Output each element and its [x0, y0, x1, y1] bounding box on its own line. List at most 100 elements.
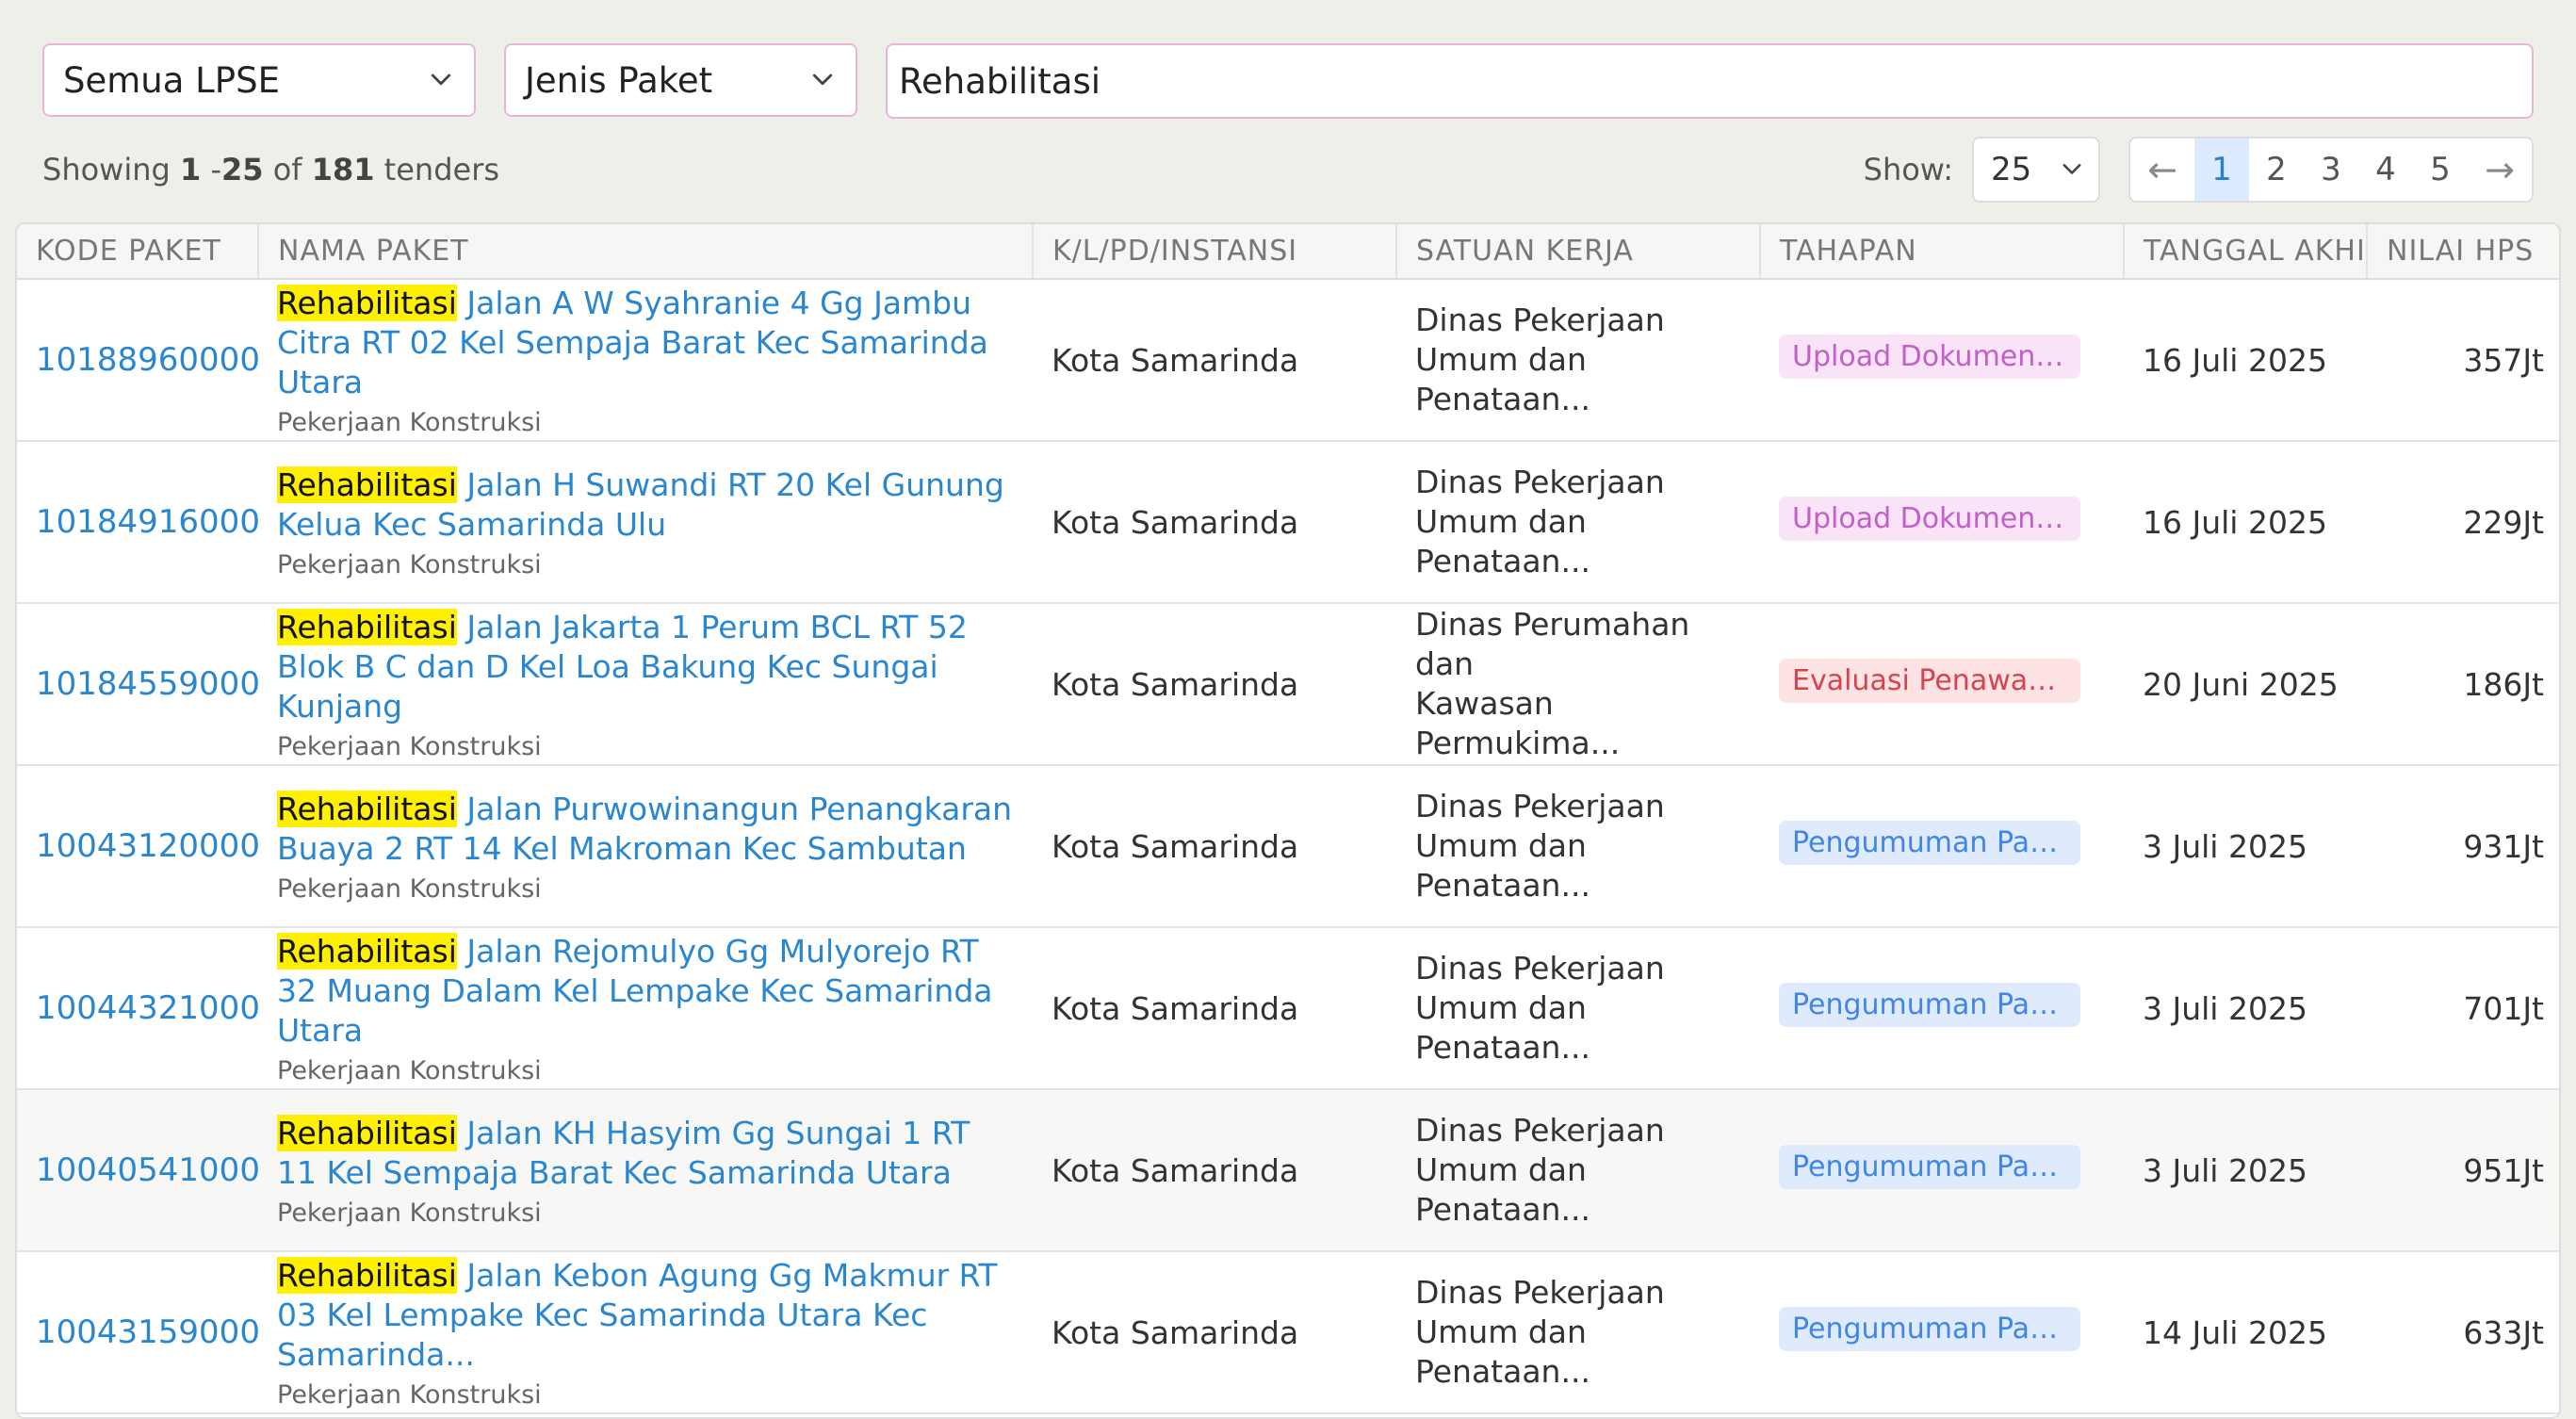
page-button-1[interactable]: 1 — [2194, 139, 2249, 201]
tanggal-akhir-cell: 3 Juli 2025 — [2124, 1089, 2367, 1252]
column-header-tanggal[interactable]: TANGGAL AKHIR — [2124, 224, 2368, 280]
tender-table: KODE PAKET NAMA PAKET K/L/PD/INSTANSI SA… — [15, 222, 2561, 1419]
tanggal-akhir-cell: 14 Juli 2025 — [2124, 1251, 2367, 1414]
column-header-kode[interactable]: KODE PAKET — [17, 224, 259, 280]
prev-page-button[interactable]: ← — [2130, 139, 2194, 201]
table-row[interactable]: 10188960000 Rehabilitasi Jalan A W Syahra… — [17, 279, 2559, 442]
page-button-2[interactable]: 2 — [2249, 139, 2304, 201]
search-input[interactable]: Rehabilitasi — [886, 43, 2534, 119]
instansi-cell: Kota Samarinda — [1033, 603, 1396, 766]
tanggal-akhir-cell: 16 Juli 2025 — [2124, 279, 2367, 442]
page-button-3[interactable]: 3 — [2304, 139, 2358, 201]
tahapan-cell: Pengumuman Pasc... — [1760, 1251, 2124, 1414]
table-row[interactable]: 10044321000 Rehabilitasi Jalan Rejomulyo … — [17, 927, 2559, 1090]
nilai-hps-cell: 229Jt — [2367, 441, 2559, 604]
column-header-nilai[interactable]: NILAI HPS — [2367, 224, 2559, 280]
kategori-label: Pekerjaan Konstruksi — [277, 1055, 542, 1085]
kode-paket-link[interactable]: 10040541000 — [17, 1089, 260, 1252]
nilai-hps-cell: 701Jt — [2367, 927, 2559, 1090]
summary-prefix: Showing — [42, 152, 171, 188]
page-size-select[interactable]: 25 — [1972, 137, 2100, 203]
summary-range-end: 25 — [220, 152, 264, 188]
satuan-kerja-cell: Dinas Pekerjaan Umum dan Penataan... — [1396, 279, 1760, 442]
nilai-hps-cell: 357Jt — [2367, 279, 2559, 442]
instansi-cell: Kota Samarinda — [1033, 279, 1396, 442]
summary-range-sep: - — [201, 152, 221, 188]
chevron-down-icon — [812, 73, 833, 86]
jenis-paket-select[interactable]: Jenis Paket — [504, 43, 857, 117]
satuan-kerja-cell: Dinas Pekerjaan Umum dan Penataan... — [1396, 1251, 1760, 1414]
search-highlight: Rehabilitasi — [277, 790, 457, 827]
kode-paket-link[interactable]: 10184559000 — [17, 603, 260, 766]
kode-paket-link[interactable]: 10043159000 — [17, 1251, 260, 1414]
nama-paket-cell: Rehabilitasi Jalan Jakarta 1 Perum BCL R… — [258, 603, 1033, 766]
search-highlight: Rehabilitasi — [277, 1256, 457, 1294]
kode-paket-link[interactable]: 10184916000 — [17, 441, 260, 604]
results-summary: Showing 1 -25 of 181 tenders — [42, 152, 499, 188]
nama-paket-link[interactable]: Rehabilitasi Jalan H Suwandi RT 20 Kel G… — [277, 465, 1014, 545]
page-size-value: 25 — [1991, 151, 2032, 188]
nilai-hps-cell: 951Jt — [2367, 1089, 2559, 1252]
instansi-cell: Kota Samarinda — [1033, 441, 1396, 604]
table-row[interactable]: 10043120000 Rehabilitasi Jalan Purwowinan… — [17, 765, 2559, 928]
table-row[interactable]: 10184559000 Rehabilitasi Jalan Jakarta 1 … — [17, 603, 2559, 766]
next-page-button[interactable]: → — [2468, 139, 2532, 201]
lpse-select[interactable]: Semua LPSE — [42, 43, 476, 117]
satuan-kerja-cell: Dinas Pekerjaan Umum dan Penataan... — [1396, 1089, 1760, 1252]
pagination: ← 1 2 3 4 5 → — [2128, 137, 2534, 203]
kategori-label: Pekerjaan Konstruksi — [277, 407, 542, 437]
tanggal-akhir-cell: 3 Juli 2025 — [2124, 927, 2367, 1090]
summary-range-start: 1 — [180, 152, 202, 188]
status-badge: Upload Dokumen P... — [1779, 496, 2080, 541]
status-badge: Upload Dokumen P... — [1779, 334, 2080, 379]
nama-paket-cell: Rehabilitasi Jalan Purwowinangun Penangk… — [258, 765, 1033, 928]
column-header-nama[interactable]: NAMA PAKET — [258, 224, 1034, 280]
chevron-down-icon — [431, 73, 451, 86]
kode-paket-link[interactable]: 10188960000 — [17, 279, 260, 442]
kode-paket-link[interactable]: 10044321000 — [17, 927, 260, 1090]
lpse-select-value: Semua LPSE — [63, 59, 280, 101]
nama-paket-link[interactable]: Rehabilitasi Jalan Purwowinangun Penangk… — [277, 790, 1014, 869]
instansi-cell: Kota Samarinda — [1033, 927, 1396, 1090]
summary-total: 181 — [311, 152, 375, 188]
satuan-kerja-cell: Dinas Pekerjaan Umum dan Penataan... — [1396, 765, 1760, 928]
page-button-5[interactable]: 5 — [2413, 139, 2468, 201]
table-body: 10188960000 Rehabilitasi Jalan A W Syahra… — [17, 279, 2559, 1414]
column-header-instansi[interactable]: K/L/PD/INSTANSI — [1033, 224, 1397, 280]
nama-paket-cell: Rehabilitasi Jalan Rejomulyo Gg Mulyorej… — [258, 927, 1033, 1090]
status-badge: Pengumuman Pasc... — [1779, 820, 2080, 865]
kategori-label: Pekerjaan Konstruksi — [277, 1198, 542, 1228]
search-highlight: Rehabilitasi — [277, 465, 457, 503]
nama-paket-cell: Rehabilitasi Jalan KH Hasyim Gg Sungai 1… — [258, 1089, 1033, 1252]
tahapan-cell: Upload Dokumen P... — [1760, 441, 2124, 604]
kategori-label: Pekerjaan Konstruksi — [277, 873, 542, 904]
status-badge: Pengumuman Pasc... — [1779, 982, 2080, 1027]
nama-paket-cell: Rehabilitasi Jalan A W Syahranie 4 Gg Ja… — [258, 279, 1033, 442]
table-row[interactable]: 10043159000 Rehabilitasi Jalan Kebon Agun… — [17, 1251, 2559, 1414]
kategori-label: Pekerjaan Konstruksi — [277, 731, 542, 761]
column-header-satker[interactable]: SATUAN KERJA — [1396, 224, 1761, 280]
nama-paket-link[interactable]: Rehabilitasi Jalan KH Hasyim Gg Sungai 1… — [277, 1114, 1014, 1193]
instansi-cell: Kota Samarinda — [1033, 1251, 1396, 1414]
nama-paket-link[interactable]: Rehabilitasi Jalan Kebon Agung Gg Makmur… — [277, 1256, 1014, 1375]
table-row[interactable]: 10184916000 Rehabilitasi Jalan H Suwandi … — [17, 441, 2559, 604]
search-input-value: Rehabilitasi — [899, 60, 1101, 102]
filter-bar: Semua LPSE Jenis Paket Rehabilitasi — [42, 43, 2534, 119]
search-highlight: Rehabilitasi — [277, 1114, 457, 1151]
table-row[interactable]: 10040541000 Rehabilitasi Jalan KH Hasyim … — [17, 1089, 2559, 1252]
status-badge: Evaluasi Penawaran — [1779, 658, 2080, 703]
page-button-4[interactable]: 4 — [2358, 139, 2413, 201]
column-header-tahapan[interactable]: TAHAPAN — [1760, 224, 2125, 280]
nama-paket-link[interactable]: Rehabilitasi Jalan Rejomulyo Gg Mulyorej… — [277, 932, 1014, 1051]
nama-paket-link[interactable]: Rehabilitasi Jalan A W Syahranie 4 Gg Ja… — [277, 284, 1014, 402]
satuan-kerja-cell: Dinas Perumahan dan Kawasan Permukima... — [1396, 603, 1760, 766]
satuan-kerja-cell: Dinas Pekerjaan Umum dan Penataan... — [1396, 927, 1760, 1090]
kategori-label: Pekerjaan Konstruksi — [277, 1379, 542, 1410]
tanggal-akhir-cell: 16 Juli 2025 — [2124, 441, 2367, 604]
results-toolbar: Showing 1 -25 of 181 tenders Show: 25 ← … — [42, 136, 2534, 204]
nama-paket-cell: Rehabilitasi Jalan H Suwandi RT 20 Kel G… — [258, 441, 1033, 604]
kode-paket-link[interactable]: 10043120000 — [17, 765, 260, 928]
status-badge: Pengumuman Pasc... — [1779, 1306, 2080, 1351]
nama-paket-link[interactable]: Rehabilitasi Jalan Jakarta 1 Perum BCL R… — [277, 608, 1014, 726]
tahapan-cell: Pengumuman Pasc... — [1760, 927, 2124, 1090]
